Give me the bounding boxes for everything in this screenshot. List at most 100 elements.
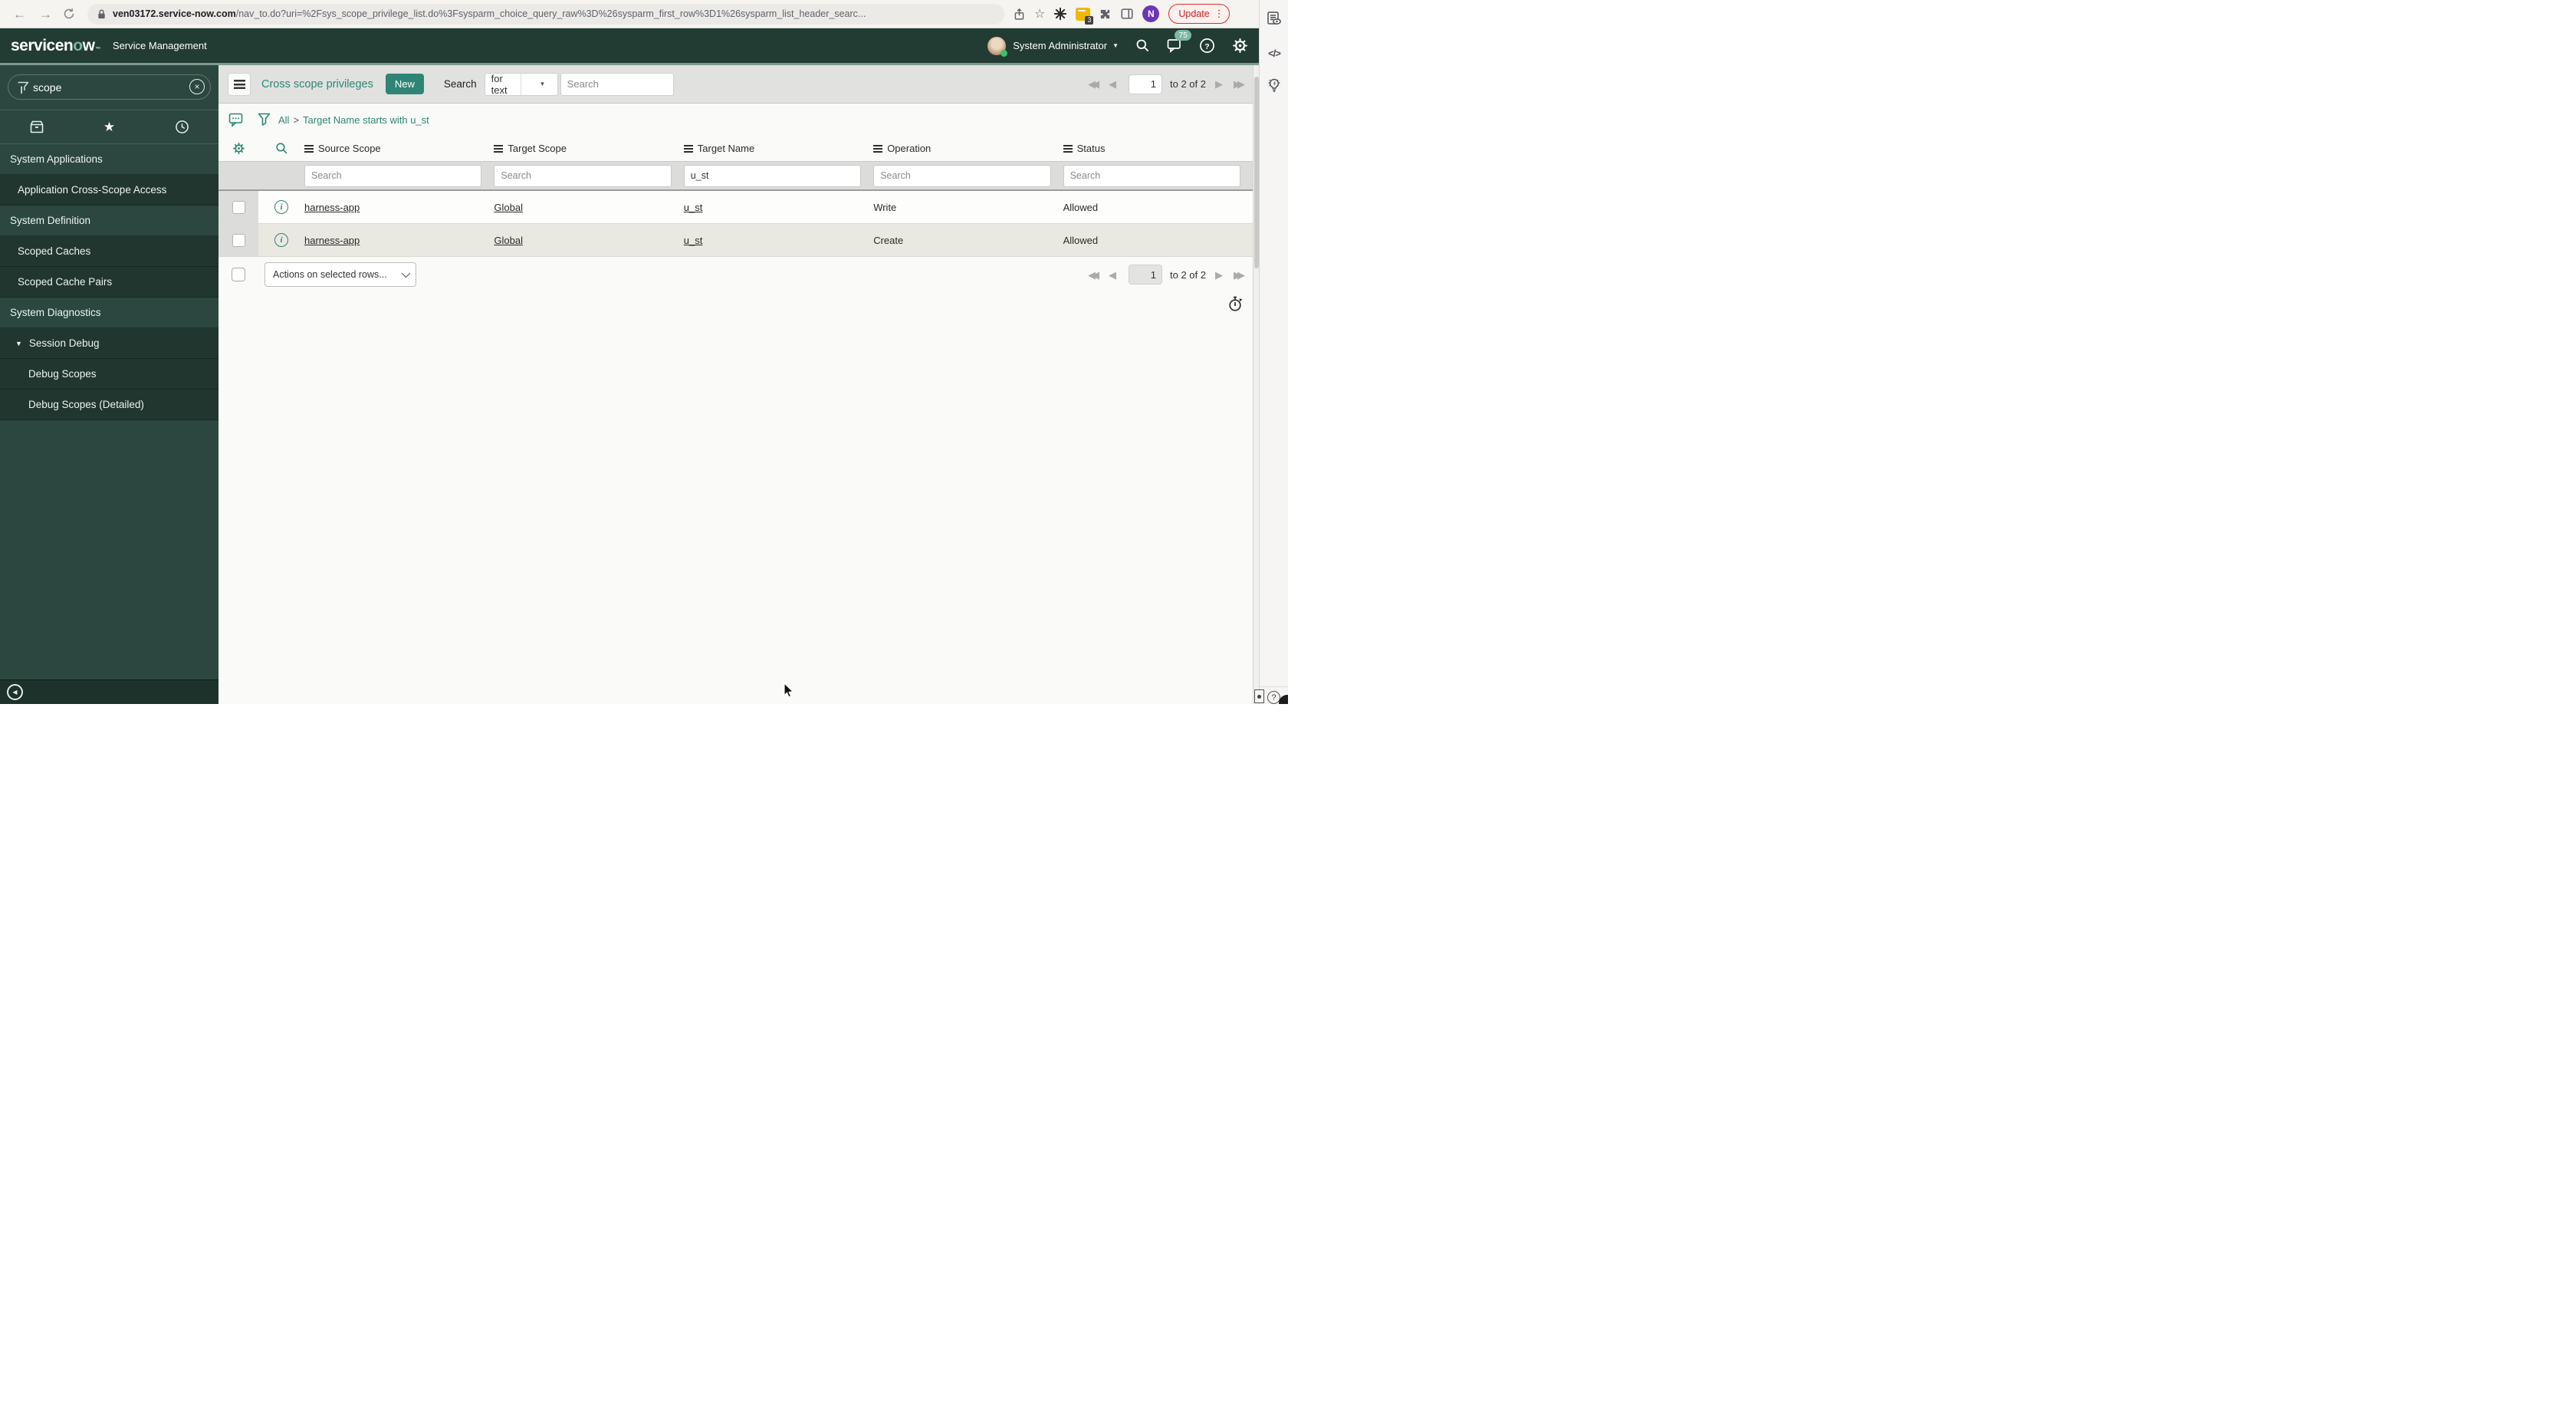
filter-input-target-scope[interactable]: [494, 164, 672, 187]
cell-target-name-link[interactable]: u_st: [684, 235, 703, 246]
cell-source-scope-link[interactable]: harness-app: [304, 235, 360, 246]
actions-dropdown[interactable]: Actions on selected rows...: [264, 262, 416, 287]
bookmark-star-icon[interactable]: ☆: [1034, 6, 1045, 21]
notification-badge: 75: [1175, 30, 1191, 41]
settings-gear-icon[interactable]: [1232, 38, 1248, 54]
select-caret-icon: ▼: [521, 73, 557, 95]
sidebar-item-debug-scopes[interactable]: Debug Scopes: [0, 359, 219, 390]
column-label: Status: [1076, 143, 1106, 154]
sidebar-item-scoped-caches[interactable]: Scoped Caches: [0, 236, 219, 267]
navigator-filter-input[interactable]: [33, 81, 184, 94]
new-button[interactable]: New: [385, 74, 424, 94]
next-page-button[interactable]: ▶: [1215, 79, 1223, 89]
sidebar-item-system-diagnostics[interactable]: System Diagnostics: [0, 298, 219, 328]
document-viewer-icon[interactable]: [1260, 11, 1288, 27]
filter-icon[interactable]: [258, 113, 271, 127]
vertical-scrollbar[interactable]: [1253, 65, 1259, 704]
filter-input-status[interactable]: [1063, 164, 1240, 187]
browser-back-icon[interactable]: ←: [13, 8, 26, 21]
servicenow-logo[interactable]: servicen o w ™: [11, 37, 100, 55]
page-range-label: to 2 of 2: [1170, 268, 1206, 281]
user-avatar[interactable]: [987, 36, 1008, 57]
user-menu[interactable]: System Administrator: [1013, 40, 1107, 51]
filter-input-operation[interactable]: [873, 164, 1051, 187]
first-page-button[interactable]: ◀◀: [1088, 270, 1099, 280]
sidebar-item-session-debug[interactable]: ▼ Session Debug: [0, 328, 219, 359]
sidebar-item-application-cross-scope-access[interactable]: Application Cross-Scope Access: [0, 175, 219, 206]
side-panel-icon[interactable]: [1120, 7, 1134, 21]
info-icon[interactable]: i: [274, 200, 288, 214]
page-number-input[interactable]: [1129, 74, 1163, 94]
collapse-navigator-button[interactable]: ◀: [7, 684, 23, 700]
actions-dropdown-label: Actions on selected rows...: [273, 269, 387, 280]
column-header-target-scope[interactable]: Target Scope: [494, 143, 683, 154]
cell-target-scope-link[interactable]: Global: [494, 235, 523, 246]
breadcrumb-condition-link[interactable]: Target Name starts with u_st: [303, 114, 429, 126]
column-header-status[interactable]: Status: [1063, 143, 1253, 154]
first-page-button[interactable]: ◀◀: [1088, 79, 1099, 89]
last-page-button[interactable]: ▶▶: [1234, 79, 1245, 89]
chat-icon[interactable]: 75: [1167, 30, 1191, 53]
help-icon[interactable]: ?: [1199, 38, 1215, 54]
sidebar-item-system-definition[interactable]: System Definition: [0, 206, 219, 236]
row-checkbox[interactable]: [232, 233, 245, 247]
browser-update-button[interactable]: Update ⋮: [1168, 4, 1230, 24]
sidebar-item-debug-scopes-detailed[interactable]: Debug Scopes (Detailed): [0, 390, 219, 420]
code-panel-icon[interactable]: </>: [1260, 48, 1288, 59]
address-bar[interactable]: ven03172.service-now.com/nav_to.do?uri=%…: [87, 3, 1004, 25]
tab-favorites[interactable]: ★: [73, 110, 146, 143]
sidebar-item-label: Scoped Cache Pairs: [18, 276, 113, 288]
filter-input-source-scope[interactable]: [304, 164, 482, 187]
cell-source-scope-link[interactable]: harness-app: [304, 202, 360, 213]
select-all-checkbox[interactable]: [232, 268, 245, 281]
row-checkbox[interactable]: [232, 200, 245, 214]
breadcrumb-all-link[interactable]: All: [278, 114, 289, 126]
cell-target-name-link[interactable]: u_st: [684, 202, 703, 213]
column-header-operation[interactable]: Operation: [873, 143, 1063, 154]
navigator-filter[interactable]: ×: [8, 74, 211, 100]
browser-menu-icon[interactable]: ⋮: [1214, 8, 1224, 20]
next-page-button[interactable]: ▶: [1215, 270, 1223, 280]
sidebar-item-system-applications[interactable]: System Applications: [0, 144, 219, 175]
column-header-source-scope[interactable]: Source Scope: [304, 143, 494, 154]
share-icon[interactable]: [1013, 8, 1026, 21]
extension-starburst-icon[interactable]: [1053, 7, 1067, 21]
list-context-menu-button[interactable]: [228, 72, 251, 96]
sidebar-item-label: System Definition: [10, 215, 91, 226]
browser-reload-icon[interactable]: [63, 8, 75, 20]
global-search-icon[interactable]: [1135, 38, 1150, 53]
tab-history[interactable]: [146, 110, 219, 143]
prev-page-button[interactable]: ◀: [1109, 79, 1116, 89]
svg-text:?: ?: [1204, 42, 1209, 51]
list-chat-icon[interactable]: [228, 112, 244, 127]
info-icon[interactable]: i: [274, 233, 288, 247]
response-time-icon[interactable]: [1227, 295, 1244, 316]
prev-page-button[interactable]: ◀: [1109, 270, 1116, 280]
page-number-input[interactable]: [1129, 265, 1163, 285]
filter-input-target-name[interactable]: [683, 164, 862, 187]
extension-yellow-icon[interactable]: 3: [1076, 7, 1094, 25]
user-caret-icon[interactable]: ▼: [1112, 42, 1119, 49]
last-page-button[interactable]: ▶▶: [1234, 270, 1245, 280]
list-title[interactable]: Cross scope privileges: [261, 78, 373, 90]
browser-forward-icon[interactable]: →: [39, 8, 52, 21]
tab-all-applications[interactable]: [0, 110, 73, 143]
lightbulb-icon[interactable]: [1260, 77, 1288, 94]
clear-filter-icon[interactable]: ×: [189, 79, 205, 94]
table-row: i harness-app Global u_st Create Allowed: [219, 224, 1253, 257]
history-clock-icon: [176, 120, 189, 133]
search-mode-select[interactable]: for text ▼: [484, 72, 558, 96]
logo-text-end: w: [82, 36, 95, 54]
collapse-triangle-icon[interactable]: ▼: [15, 340, 22, 347]
browser-profile-avatar[interactable]: N: [1142, 5, 1160, 22]
list-search-input[interactable]: [560, 72, 674, 96]
column-search-toggle-icon[interactable]: [258, 142, 304, 155]
cell-target-scope-link[interactable]: Global: [494, 202, 523, 213]
url-text: ven03172.service-now.com/nav_to.do?uri=%…: [113, 8, 866, 19]
personalize-list-gear-icon[interactable]: [219, 142, 258, 155]
column-header-target-name[interactable]: Target Name: [683, 143, 873, 154]
rail-drag-handle[interactable]: [1254, 689, 1264, 703]
sidebar-item-scoped-cache-pairs[interactable]: Scoped Cache Pairs: [0, 267, 219, 298]
screen: ← → ven03172.service-now.com/nav_to.do?u…: [0, 0, 1288, 704]
extensions-puzzle-icon[interactable]: [1099, 8, 1112, 21]
